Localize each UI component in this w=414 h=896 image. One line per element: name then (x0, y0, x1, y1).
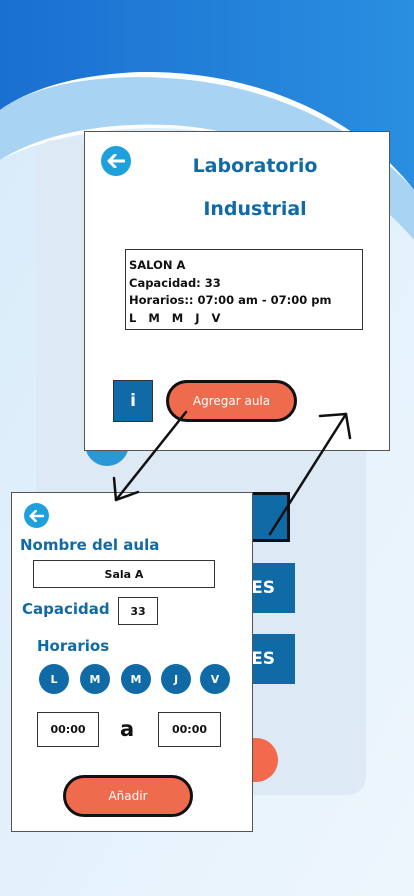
classroom-detail-card: Laboratorio Industrial SALON A Capacidad… (84, 131, 390, 451)
day-toggle-m2[interactable]: M (121, 664, 151, 694)
schedule-label: Horarios (37, 637, 110, 655)
end-time-input[interactable]: 00:00 (158, 712, 221, 747)
page-title-line1: Laboratorio (192, 155, 318, 177)
background-button-2-label: ES (251, 649, 275, 669)
classroom-days: L M M J V (129, 310, 221, 325)
classroom-info-box: SALON A Capacidad: 33 Horarios:: 07:00 a… (125, 249, 363, 330)
classroom-hours: Horarios:: 07:00 am - 07:00 pm (129, 293, 332, 307)
new-classroom-form: Nombre del aula Sala A Capacidad 33 Hora… (11, 492, 253, 832)
day-toggle-v[interactable]: V (200, 664, 230, 694)
day-toggle-j[interactable]: J (161, 664, 191, 694)
capacity-input[interactable]: 33 (118, 597, 158, 625)
day-toggle-l[interactable]: L (39, 664, 69, 694)
capacity-label: Capacidad (22, 600, 110, 618)
background-button-1-label: ES (251, 578, 275, 598)
add-classroom-button[interactable]: Agregar aula (166, 380, 297, 422)
classroom-capacity: Capacidad: 33 (129, 275, 221, 290)
time-separator: a (120, 717, 135, 741)
classroom-name-input[interactable]: Sala A (33, 560, 215, 588)
back-arrow-icon[interactable] (101, 146, 131, 176)
classroom-name: SALON A (129, 258, 186, 272)
add-button[interactable]: Añadir (63, 775, 193, 817)
classroom-name-label: Nombre del aula (20, 536, 160, 554)
info-button[interactable]: i (113, 380, 153, 422)
back-arrow-icon[interactable] (24, 503, 49, 528)
start-time-input[interactable]: 00:00 (37, 712, 99, 747)
day-toggle-m1[interactable]: M (80, 664, 110, 694)
page-title-line2: Industrial (203, 198, 307, 220)
